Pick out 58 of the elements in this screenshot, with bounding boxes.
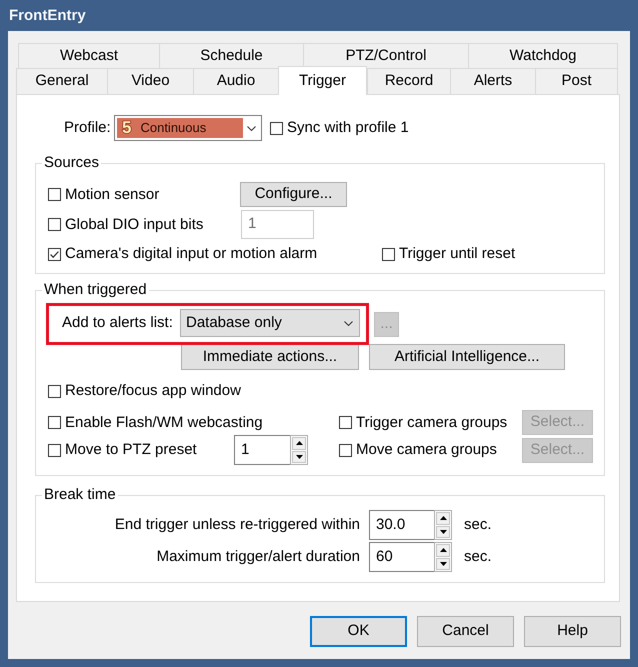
number-field[interactable]: 1 bbox=[234, 435, 290, 465]
spin-up-button[interactable] bbox=[292, 437, 306, 450]
setting-label: End trigger unless re-triggered within bbox=[114, 514, 360, 535]
group-title: Sources bbox=[43, 154, 100, 172]
up-triangle-icon bbox=[440, 516, 446, 520]
profile-name: Continuous bbox=[140, 120, 206, 136]
group-title: Break time bbox=[43, 486, 117, 504]
alerts-list-label: Add to alerts list: bbox=[62, 312, 174, 333]
action-button[interactable]: Artificial Intelligence... bbox=[369, 344, 565, 370]
down-triangle-icon bbox=[296, 454, 302, 459]
unit-label: sec. bbox=[464, 546, 492, 567]
tab[interactable]: Trigger bbox=[278, 66, 367, 95]
checkbox[interactable]: Sync with profile 1 bbox=[270, 118, 409, 138]
configure-button[interactable]: Configure... bbox=[240, 182, 347, 207]
setting-label: Maximum trigger/alert duration bbox=[156, 546, 360, 567]
tab[interactable]: Alerts bbox=[450, 68, 535, 94]
tab[interactable]: Schedule bbox=[159, 43, 303, 68]
number-field[interactable]: 60 bbox=[369, 542, 434, 572]
tab[interactable]: Record bbox=[367, 68, 450, 94]
alerts-list-dropdown[interactable]: Database only bbox=[180, 309, 360, 337]
checkbox[interactable]: Move camera groups bbox=[339, 440, 522, 460]
group-title: When triggered bbox=[43, 281, 148, 299]
spin-up-button[interactable] bbox=[436, 544, 450, 556]
down-triangle-icon bbox=[440, 562, 446, 566]
checkbox[interactable]: Trigger until reset bbox=[382, 244, 516, 264]
tab[interactable]: Watchdog bbox=[468, 43, 618, 68]
up-triangle-icon bbox=[440, 548, 446, 552]
dialog-button[interactable]: Cancel bbox=[417, 616, 514, 647]
profile-number: 5 bbox=[122, 118, 132, 138]
down-triangle-icon bbox=[440, 530, 446, 534]
dialog-button[interactable]: Help bbox=[524, 616, 621, 647]
checkbox[interactable]: Trigger camera groups bbox=[339, 412, 522, 432]
window-title: FrontEntry bbox=[9, 6, 86, 26]
checkbox[interactable]: Camera's digital input or motion alarm bbox=[48, 244, 382, 264]
spin-down-button[interactable] bbox=[436, 526, 450, 538]
spin-down-button[interactable] bbox=[436, 558, 450, 570]
spin-up-button[interactable] bbox=[436, 512, 450, 524]
spin-down-button[interactable] bbox=[292, 450, 306, 463]
chevron-down-icon bbox=[344, 320, 353, 326]
up-triangle-icon bbox=[296, 441, 302, 446]
action-button[interactable]: Immediate actions... bbox=[181, 344, 359, 370]
tab[interactable]: Audio bbox=[193, 68, 278, 94]
tab[interactable]: Webcast bbox=[18, 43, 159, 68]
number-field[interactable]: 30.0 bbox=[369, 510, 434, 540]
profile-dropdown[interactable]: 5 Continuous bbox=[114, 115, 262, 141]
checkbox[interactable]: Motion sensor bbox=[48, 184, 240, 204]
unit-label: sec. bbox=[464, 514, 492, 535]
profile-label: Profile: bbox=[64, 118, 112, 138]
dropdown-value: Database only bbox=[186, 312, 282, 333]
checkbox[interactable]: Enable Flash/WM webcasting bbox=[48, 412, 339, 432]
tab[interactable]: PTZ/Control bbox=[303, 43, 468, 68]
tab[interactable]: Post bbox=[535, 68, 618, 94]
tab[interactable]: General bbox=[16, 68, 107, 94]
checkbox[interactable]: Restore/focus app window bbox=[48, 381, 241, 401]
chevron-down-icon bbox=[247, 126, 256, 130]
tab[interactable]: Video bbox=[107, 68, 193, 94]
checkbox[interactable]: Move to PTZ preset bbox=[48, 440, 234, 460]
dialog-button[interactable]: OK bbox=[310, 616, 407, 647]
